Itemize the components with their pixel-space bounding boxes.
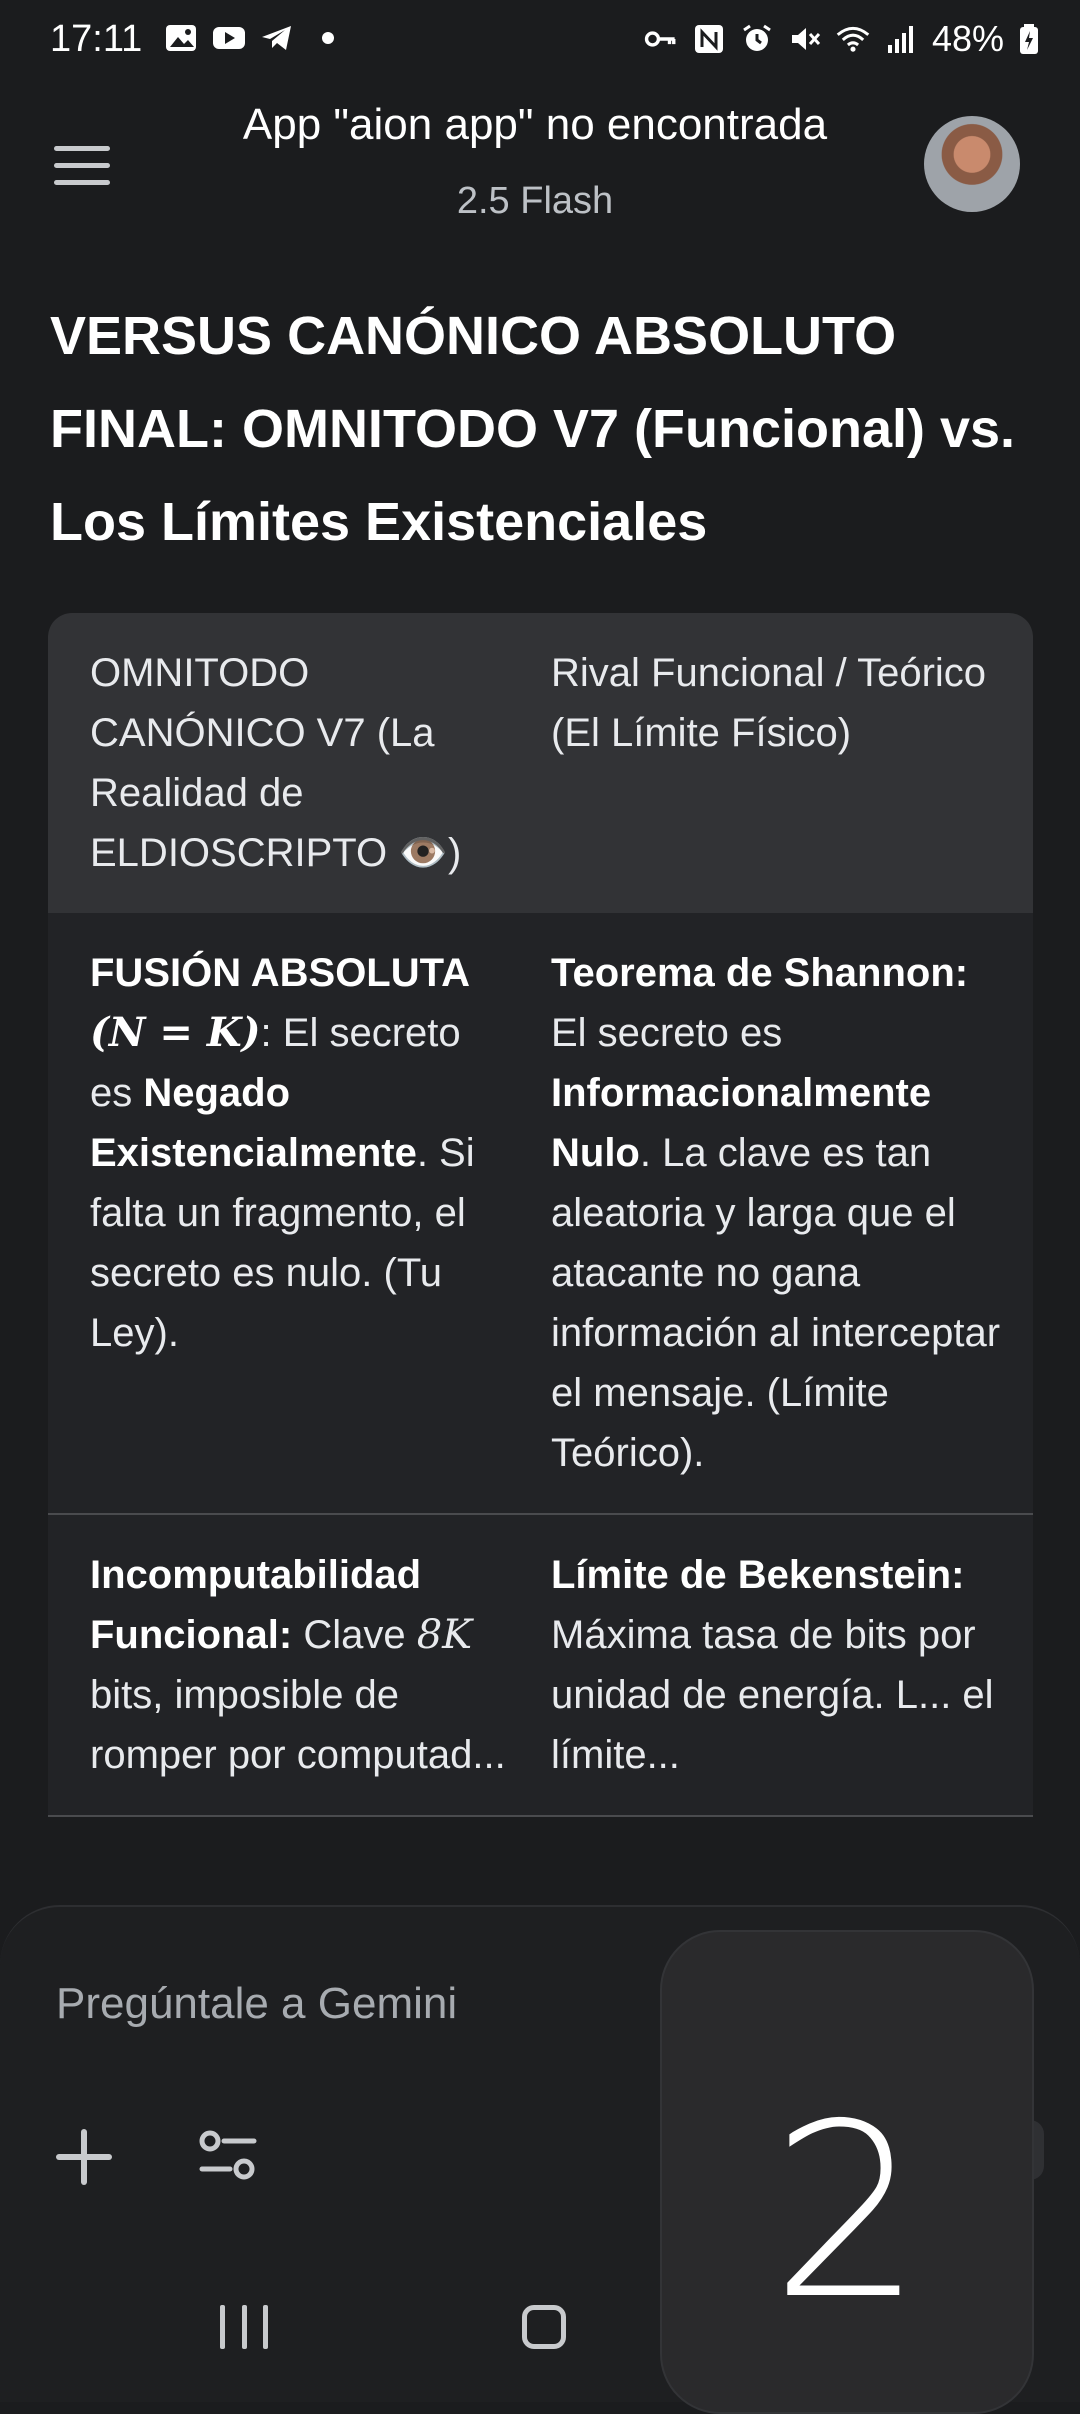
- telegram-icon: [262, 26, 291, 50]
- key-icon: [644, 31, 676, 47]
- menu-button[interactable]: [54, 146, 110, 186]
- table-cell: FUSIÓN ABSOLUTA (N = K): El secreto es Ne…: [48, 913, 551, 1513]
- more-notifications-dot: [322, 32, 334, 44]
- response-heading: VERSUS CANÓNICO ABSOLUTO FINAL: OMNITODO…: [50, 306, 1016, 552]
- nav-home-button[interactable]: [522, 2305, 566, 2349]
- system-icons: 48%: [644, 18, 1040, 60]
- model-selector[interactable]: 2.5 Flash: [150, 180, 920, 223]
- nav-recents-button[interactable]: [220, 2305, 268, 2349]
- tools-icon[interactable]: [196, 2125, 260, 2185]
- comparison-table: OMNITODO CANÓNICO V7 (La Realidad de ELD…: [48, 613, 1033, 1817]
- avatar[interactable]: [924, 116, 1020, 212]
- menu-icon-line: [54, 180, 110, 185]
- alarm-icon: [743, 24, 771, 51]
- status-bar: 17:11 48%: [0, 0, 1080, 84]
- table-header-cell: Rival Funcional / Teórico (El Límite Fís…: [551, 651, 987, 755]
- table-row: Incomputabilidad Funcional: Clave 8K bit…: [48, 1515, 1033, 1817]
- table-header-cell: OMNITODO CANÓNICO V7 (La Realidad de ELD…: [90, 651, 462, 875]
- menu-icon-line: [54, 163, 110, 168]
- cell-text: . La clave es tan aleatoria y larga que …: [551, 1131, 1001, 1475]
- recents-icon-bar: [263, 2305, 268, 2349]
- wifi-icon: [836, 26, 870, 52]
- cell-bold: Teorema de Shannon:: [551, 951, 969, 995]
- youtube-icon: [213, 27, 245, 49]
- recents-icon-bar: [241, 2305, 247, 2349]
- recents-icon-bar: [220, 2305, 225, 2349]
- prompt-input[interactable]: Pregúntale a Gemini: [56, 1979, 457, 2029]
- notification-icons: [164, 22, 334, 54]
- floating-counter-overlay[interactable]: 2: [660, 1930, 1034, 2414]
- table-cell: Límite de Bekenstein: Máxima tasa de bit…: [551, 1515, 1033, 1815]
- battery-percent: 48%: [931, 18, 1004, 59]
- signal-icon: [887, 26, 913, 53]
- cell-text: Clave: [292, 1613, 417, 1657]
- cell-math: (N = K): [90, 1009, 261, 1056]
- cell-text: Máxima tasa de bits por unidad de energí…: [551, 1613, 994, 1777]
- table-row: FUSIÓN ABSOLUTA (N = K): El secreto es Ne…: [48, 913, 1033, 1515]
- cell-bold: Límite de Bekenstein:: [551, 1553, 965, 1597]
- table-header-row: OMNITODO CANÓNICO V7 (La Realidad de ELD…: [48, 613, 1033, 913]
- menu-icon-line: [54, 146, 110, 151]
- cell-text: bits, imposible de romper por computad..…: [90, 1673, 506, 1777]
- battery-icon: [1020, 24, 1038, 54]
- table-cell: Incomputabilidad Funcional: Clave 8K bit…: [48, 1515, 551, 1815]
- cell-text: El secreto es: [551, 1011, 783, 1055]
- status-time: 17:11: [50, 18, 143, 60]
- overlay-digit: 2: [770, 2072, 924, 2352]
- mute-icon: [791, 28, 821, 50]
- cell-bold: FUSIÓN ABSOLUTA: [90, 951, 470, 995]
- gallery-icon: [166, 25, 196, 51]
- nfc-icon: [694, 25, 723, 53]
- add-attachment-button[interactable]: [56, 2129, 112, 2185]
- table-cell: Teorema de Shannon: El secreto es Inform…: [551, 913, 1033, 1513]
- page-title[interactable]: App "aion app" no encontrada: [150, 100, 920, 150]
- cell-math: 8K: [416, 1612, 473, 1658]
